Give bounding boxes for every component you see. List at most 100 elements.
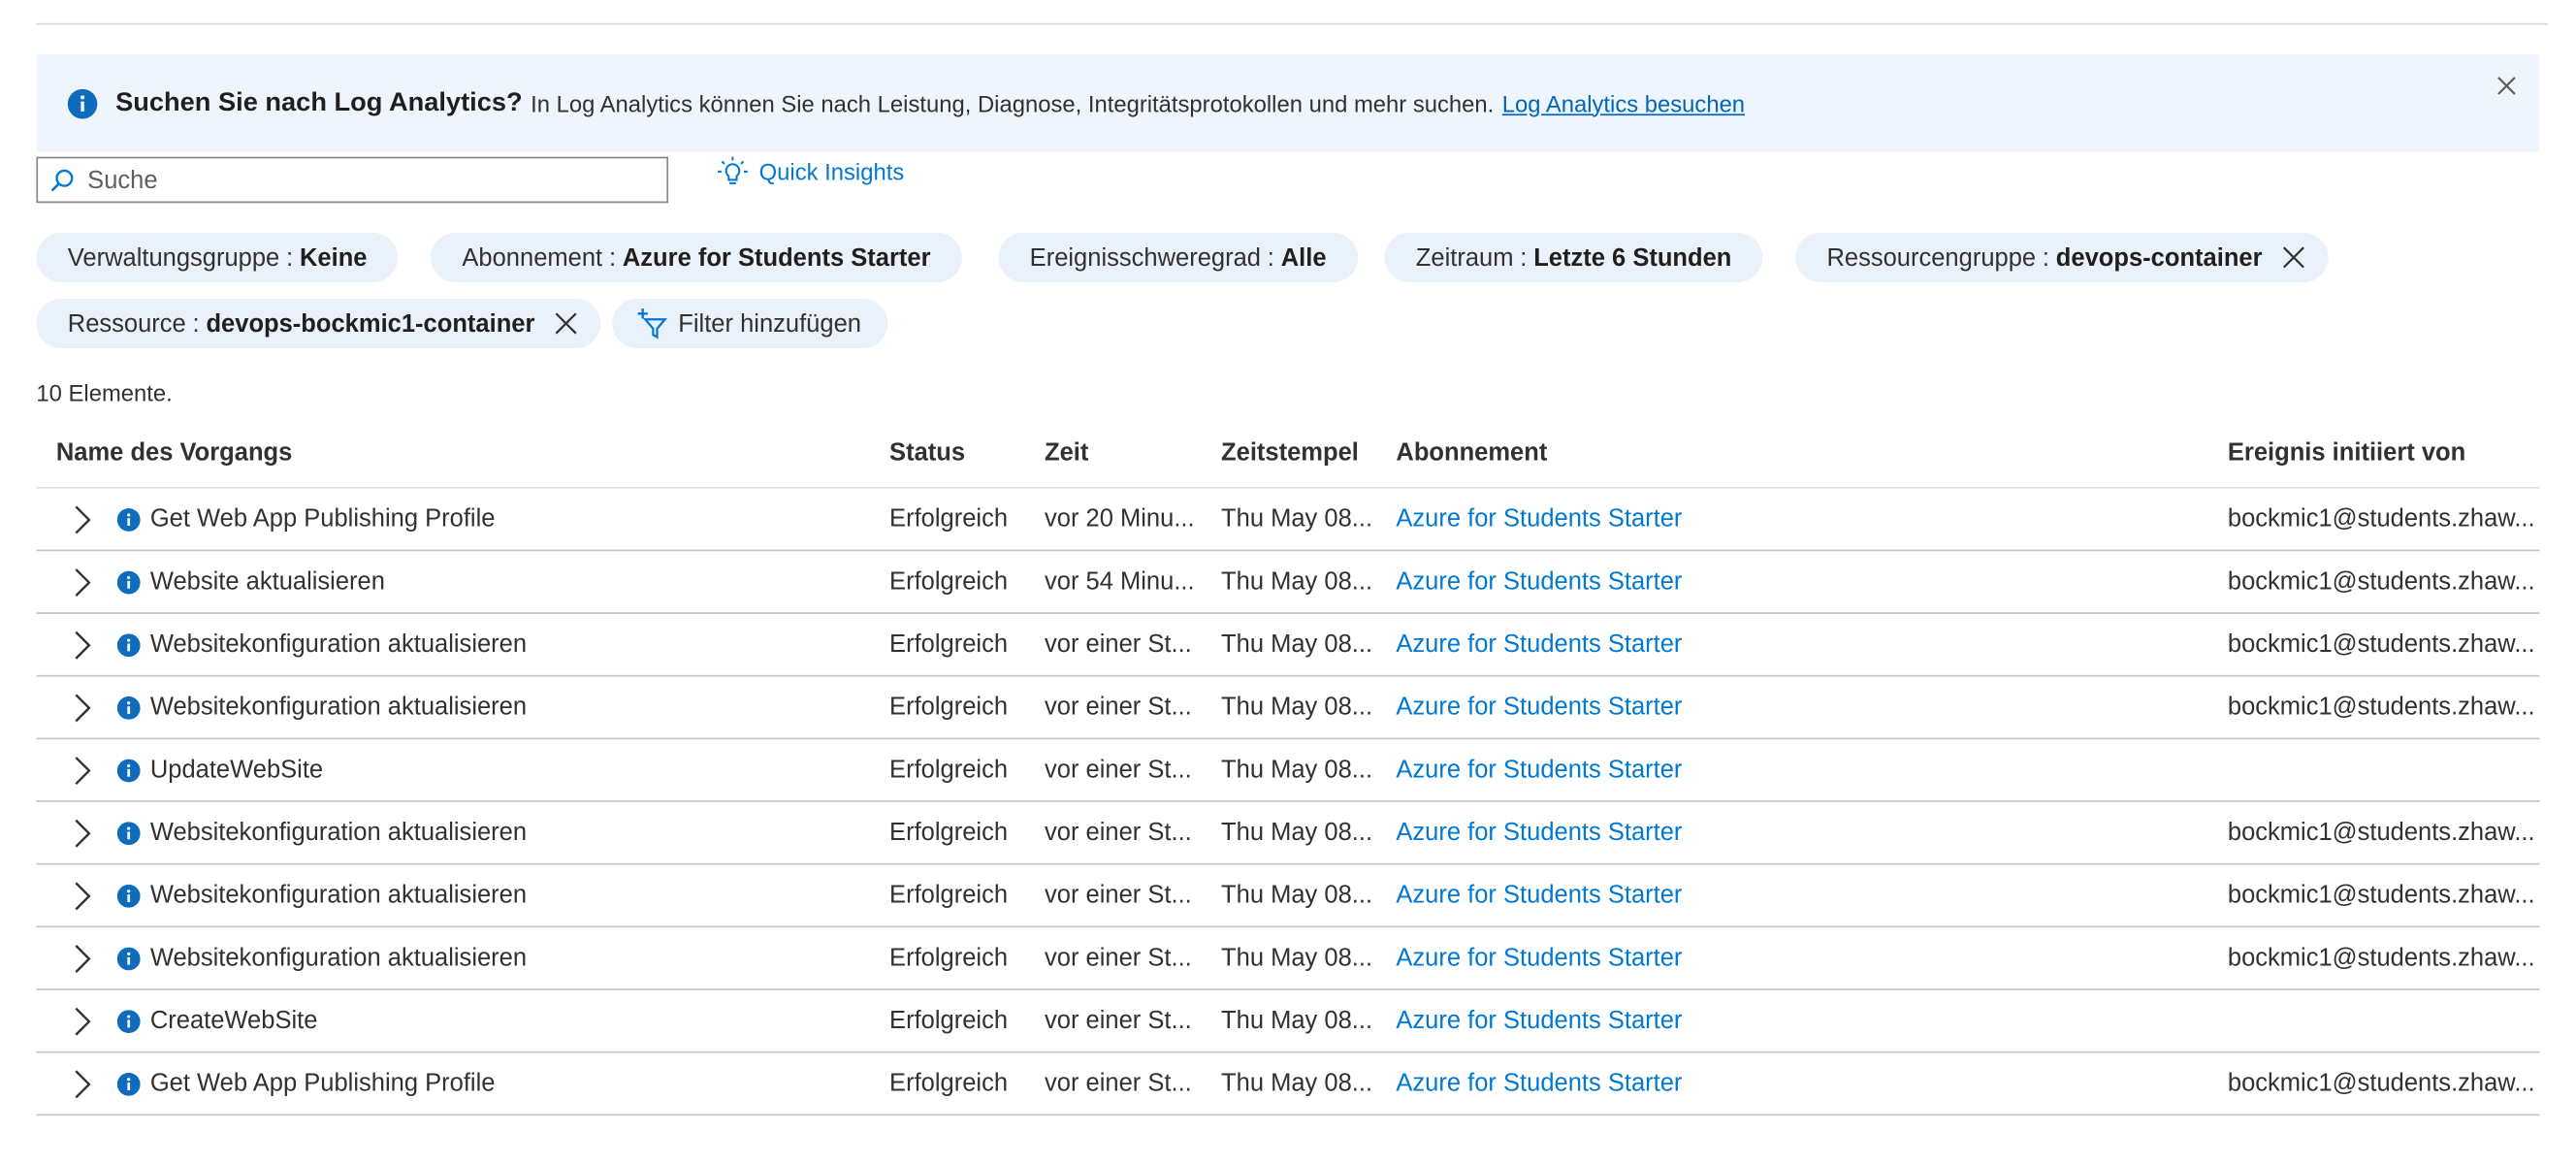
filter-pill-subscription[interactable]: Abonnement : Azure for Students Starter [431, 232, 962, 282]
cell-subscription-link[interactable]: Azure for Students Starter [1396, 694, 2188, 722]
cell-timestamp: Thu May 08... [1221, 504, 1373, 534]
chevron-right-icon[interactable] [69, 756, 95, 786]
log-analytics-banner: Suchen Sie nach Log Analytics? In Log An… [36, 54, 2540, 152]
quick-insights-button[interactable]: Quick Insights [716, 155, 904, 188]
chevron-right-icon[interactable] [69, 882, 95, 912]
filter-separator: : [2042, 242, 2050, 272]
filter-key: Ressource [67, 309, 186, 338]
cell-subscription-link[interactable]: Azure for Students Starter [1396, 505, 2188, 534]
cell-subscription-link[interactable]: Azure for Students Starter [1396, 819, 2188, 847]
cell-initiated-by: bockmic1@students.zhaw... [2227, 818, 2535, 847]
table-row[interactable]: Get Web App Publishing Profile Erfolgrei… [36, 1052, 2540, 1116]
cell-time: vor einer St... [1044, 881, 1192, 910]
cell-time: vor einer St... [1044, 818, 1192, 847]
filter-separator: : [286, 242, 294, 272]
table-row[interactable]: UpdateWebSite Erfolgreich vor einer St..… [36, 739, 2540, 802]
cell-timestamp: Thu May 08... [1221, 1069, 1373, 1098]
filter-separator: : [1520, 242, 1528, 272]
cell-initiated-by: bockmic1@students.zhaw... [2227, 630, 2535, 659]
filter-pill-resource-group[interactable]: Ressourcengruppe : devops-container [1795, 232, 2329, 282]
quick-insights-label: Quick Insights [758, 158, 905, 185]
info-icon [116, 633, 141, 658]
search-input[interactable] [83, 164, 620, 196]
cell-operation: Get Web App Publishing Profile [149, 1069, 496, 1098]
column-header-operation[interactable]: Name des Vorgangs [56, 439, 292, 468]
cell-time: vor einer St... [1044, 756, 1192, 785]
filter-pill-management-group[interactable]: Verwaltungsgruppe : Keine [36, 232, 399, 282]
cell-status: Erfolgreich [889, 567, 1009, 597]
cell-status: Erfolgreich [889, 881, 1009, 910]
chevron-right-icon[interactable] [69, 567, 95, 598]
column-header-timestamp[interactable]: Zeitstempel [1221, 439, 1359, 468]
column-header-status[interactable]: Status [889, 439, 965, 468]
filter-value: Letzte 6 Stunden [1533, 242, 1732, 272]
chevron-right-icon[interactable] [69, 630, 95, 661]
filter-key: Ressourcengruppe [1826, 242, 2037, 272]
close-icon[interactable] [2282, 246, 2305, 270]
table-row[interactable]: Websitekonfiguration aktualisieren Erfol… [36, 927, 2540, 990]
filter-separator: : [1267, 242, 1274, 272]
column-header-initiated-by[interactable]: Ereignis initiiert von [2228, 439, 2465, 468]
cell-timestamp: Thu May 08... [1221, 630, 1373, 659]
filter-value: devops-bockmic1-container [206, 309, 535, 338]
log-analytics-link[interactable]: Log Analytics besuchen [1502, 90, 1745, 116]
info-icon [116, 1072, 141, 1096]
filter-pill-resource[interactable]: Ressource : devops-bockmic1-container [36, 298, 601, 348]
table-row[interactable]: Websitekonfiguration aktualisieren Erfol… [36, 865, 2540, 928]
column-header-subscription[interactable]: Abonnement [1396, 439, 1547, 468]
cell-status: Erfolgreich [889, 630, 1009, 659]
cell-status: Erfolgreich [889, 756, 1009, 785]
cell-status: Erfolgreich [889, 944, 1009, 973]
table-row[interactable]: Websitekonfiguration aktualisieren Erfol… [36, 802, 2540, 865]
chevron-right-icon[interactable] [69, 1070, 95, 1100]
cell-timestamp: Thu May 08... [1221, 567, 1373, 597]
info-icon [116, 570, 141, 595]
info-icon [116, 822, 141, 846]
item-count: 10 Elemente. [36, 379, 173, 406]
search-box [36, 156, 669, 204]
table-row[interactable]: Websitekonfiguration aktualisieren Erfol… [36, 614, 2540, 677]
filter-value: devops-container [2055, 242, 2263, 272]
table-row[interactable]: Websitekonfiguration aktualisieren Erfol… [36, 677, 2540, 740]
cell-subscription-link[interactable]: Azure for Students Starter [1396, 882, 2188, 910]
cell-subscription-link[interactable]: Azure for Students Starter [1396, 1007, 2188, 1035]
chevron-right-icon[interactable] [69, 819, 95, 849]
add-filter-button[interactable]: Filter hinzufügen [612, 298, 888, 348]
filter-value: Alle [1280, 242, 1327, 272]
chevron-right-icon[interactable] [69, 505, 95, 535]
table-row[interactable]: Website aktualisieren Erfolgreich vor 54… [36, 551, 2540, 614]
filter-pill-timespan[interactable]: Zeitraum : Letzte 6 Stunden [1384, 232, 1763, 282]
cell-subscription-link[interactable]: Azure for Students Starter [1396, 944, 2188, 972]
cell-subscription-link[interactable]: Azure for Students Starter [1396, 567, 2188, 596]
filter-pill-severity[interactable]: Ereignisschweregrad : Alle [998, 232, 1358, 282]
cell-operation: Websitekonfiguration aktualisieren [149, 693, 528, 722]
cell-timestamp: Thu May 08... [1221, 693, 1373, 722]
chevron-right-icon[interactable] [69, 694, 95, 724]
cell-subscription-link[interactable]: Azure for Students Starter [1396, 1070, 2188, 1098]
close-icon[interactable] [2496, 76, 2516, 95]
table-row[interactable]: CreateWebSite Erfolgreich vor einer St..… [36, 990, 2540, 1053]
table-row[interactable]: Get Web App Publishing Profile Erfolgrei… [36, 489, 2540, 552]
cell-time: vor einer St... [1044, 944, 1192, 973]
cell-initiated-by: bockmic1@students.zhaw... [2227, 944, 2535, 973]
close-icon[interactable] [555, 312, 578, 336]
info-icon [116, 759, 141, 783]
column-header-time[interactable]: Zeit [1045, 439, 1088, 468]
cell-operation: CreateWebSite [149, 1006, 318, 1035]
cell-operation: Website aktualisieren [149, 567, 385, 597]
cell-subscription-link[interactable]: Azure for Students Starter [1396, 756, 2188, 784]
search-icon [50, 168, 74, 191]
cell-timestamp: Thu May 08... [1221, 881, 1373, 910]
filter-key: Zeitraum [1415, 242, 1514, 272]
filter-add-icon [637, 308, 668, 340]
chevron-right-icon[interactable] [69, 1007, 95, 1037]
chevron-right-icon[interactable] [69, 944, 95, 974]
filter-value: Azure for Students Starter [622, 242, 931, 272]
cell-operation: Websitekonfiguration aktualisieren [149, 881, 528, 910]
filter-value: Keine [299, 242, 368, 272]
cell-status: Erfolgreich [889, 504, 1009, 534]
cell-subscription-link[interactable]: Azure for Students Starter [1396, 630, 2188, 659]
cell-timestamp: Thu May 08... [1221, 1006, 1373, 1035]
cell-status: Erfolgreich [889, 1006, 1009, 1035]
lightbulb-icon [718, 156, 748, 184]
